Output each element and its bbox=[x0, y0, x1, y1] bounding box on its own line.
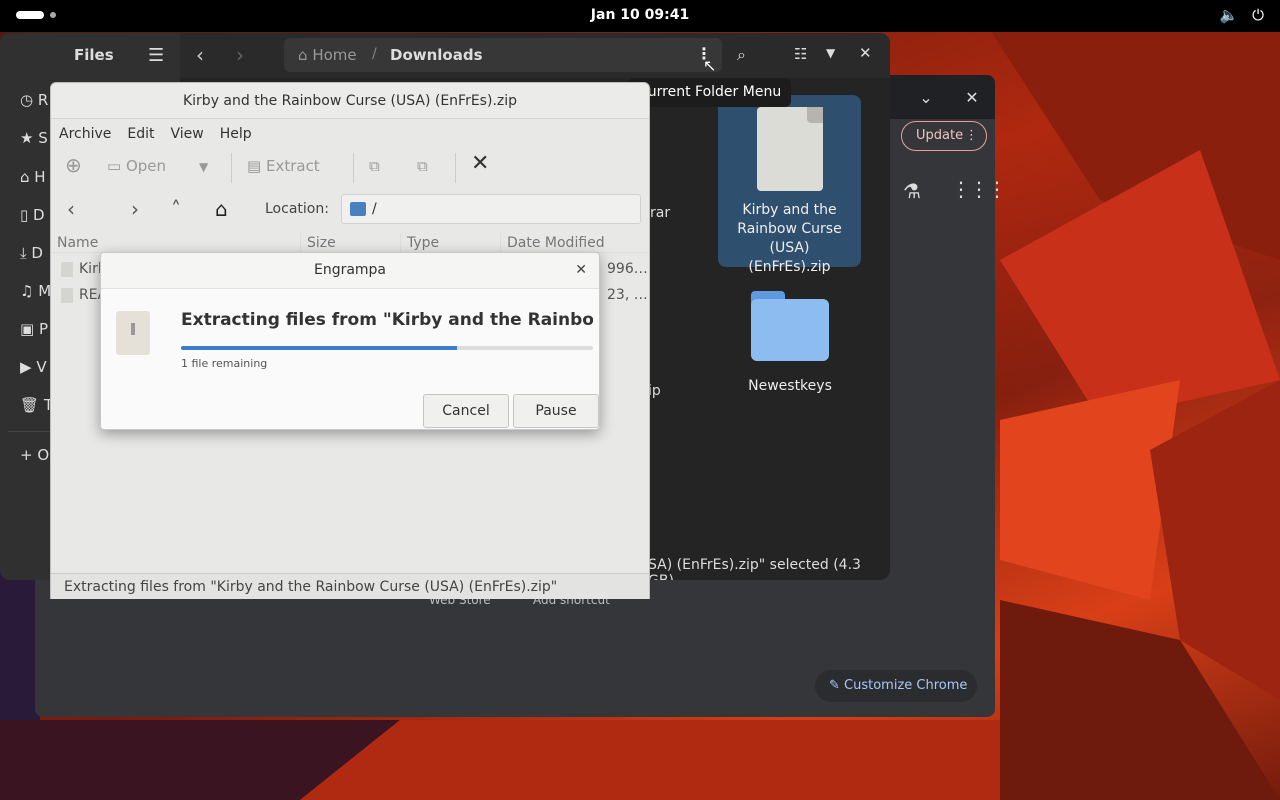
menu-help[interactable]: Help bbox=[220, 121, 252, 147]
home-icon: ⌂ bbox=[298, 46, 308, 64]
path-separator: / bbox=[372, 46, 377, 62]
toolbar: ⊕ ▭ Open ▼ ▤ Extract ⧉ ⧉ ✕ bbox=[51, 147, 649, 189]
column-name[interactable]: Name bbox=[51, 233, 301, 253]
file-icon bbox=[61, 288, 73, 303]
customize-label: Customize Chrome bbox=[844, 678, 968, 693]
zip-archive-icon bbox=[756, 107, 823, 191]
archive-icon bbox=[116, 311, 150, 355]
chevron-down-icon[interactable]: ⌄ bbox=[913, 85, 939, 111]
update-button[interactable]: Update ⋮ bbox=[901, 121, 987, 151]
location-field[interactable]: / bbox=[341, 194, 641, 224]
update-label: Update bbox=[916, 128, 964, 143]
file-date: 996… bbox=[607, 261, 648, 277]
close-icon[interactable]: ✕ bbox=[859, 44, 872, 62]
hamburger-menu-icon[interactable]: ☰ bbox=[148, 45, 164, 66]
progress-fill bbox=[181, 346, 458, 350]
sidebar-item-starred[interactable]: ★ S bbox=[20, 129, 48, 147]
folder-icon bbox=[751, 287, 829, 365]
sidebar-item-trash[interactable]: 🗑 T bbox=[20, 396, 53, 414]
open-button[interactable]: ▭ Open bbox=[107, 157, 166, 175]
file-label: Newestkeys bbox=[748, 378, 832, 394]
path-current[interactable]: Downloads bbox=[390, 46, 483, 64]
sidebar-item-pictures[interactable]: ▣ P bbox=[20, 320, 48, 338]
back-arrow-icon[interactable]: ‹ bbox=[67, 197, 75, 221]
close-icon[interactable]: ✕ bbox=[959, 85, 985, 111]
folder-icon: ▭ bbox=[107, 157, 122, 175]
stop-icon[interactable]: ✕ bbox=[471, 151, 489, 176]
files-title: Files bbox=[74, 46, 114, 64]
forward-arrow-icon[interactable]: › bbox=[131, 197, 139, 221]
file-date: 23, … bbox=[607, 287, 648, 303]
file-icon bbox=[61, 262, 73, 277]
sidebar-item-downloads[interactable]: ⤓ D bbox=[20, 244, 43, 262]
search-icon[interactable]: ⌕ bbox=[737, 45, 746, 65]
sidebar-item-music[interactable]: ♫ M bbox=[20, 282, 51, 300]
apps-grid-icon[interactable]: ⋮⋮⋮ bbox=[951, 177, 1007, 201]
tooltip: Current Folder Menu bbox=[628, 78, 792, 107]
sidebar-item-documents[interactable]: ▯ D bbox=[20, 206, 45, 224]
top-bar: Jan 10 09:41 🔈 ⏻ bbox=[0, 0, 1280, 32]
up-arrow-icon[interactable]: ˄ bbox=[171, 197, 181, 221]
file-tile-kirby-zip[interactable]: Kirby and the Rainbow Curse (USA) (EnFrE… bbox=[718, 95, 861, 275]
chevron-down-icon[interactable]: ▼ bbox=[826, 46, 835, 60]
mouse-cursor-icon: ↖ bbox=[703, 56, 717, 75]
open-dropdown-icon[interactable]: ▼ bbox=[199, 160, 208, 174]
file-name: Kirl bbox=[79, 261, 102, 277]
progress-bar bbox=[181, 346, 593, 350]
column-size[interactable]: Size bbox=[301, 233, 401, 253]
labs-flask-icon[interactable]: ⚗ bbox=[903, 179, 921, 203]
power-icon: ⏻ bbox=[1252, 6, 1264, 24]
list-view-icon[interactable]: ☷ bbox=[794, 45, 807, 63]
column-type[interactable]: Type bbox=[401, 233, 501, 253]
pencil-icon: ✎ bbox=[829, 678, 840, 693]
path-home[interactable]: ⌂ Home bbox=[298, 46, 357, 64]
home-icon[interactable]: ⌂ bbox=[215, 197, 228, 221]
dialog-heading: Extracting files from "Kirby and the Rai… bbox=[181, 310, 593, 330]
window-title[interactable]: Kirby and the Rainbow Curse (USA) (EnFrE… bbox=[51, 83, 649, 119]
menu-edit[interactable]: Edit bbox=[127, 121, 154, 147]
customize-chrome-button[interactable]: ✎ Customize Chrome bbox=[815, 670, 977, 702]
remaining-text: 1 file remaining bbox=[181, 357, 268, 370]
forward-arrow-icon[interactable]: › bbox=[236, 43, 244, 67]
menu-view[interactable]: View bbox=[171, 121, 204, 147]
system-tray[interactable]: 🔈 ⏻ bbox=[1219, 6, 1264, 24]
selection-status: SA) (EnFrEs).zip" selected (4.3 GB) bbox=[648, 557, 861, 580]
speaker-icon: 🔈 bbox=[1219, 6, 1239, 24]
sidebar-item-home[interactable]: ⌂ H bbox=[20, 168, 46, 186]
list-header: Name Size Type Date Modified bbox=[51, 233, 649, 253]
file-label: Kirby and the Rainbow Curse (USA) (EnFrE… bbox=[737, 202, 842, 275]
menu-bar: Archive Edit View Help bbox=[51, 121, 252, 147]
path-bar[interactable]: ⌂ Home / Downloads ⋮ bbox=[284, 38, 722, 72]
status-bar: Extracting files from "Kirby and the Rai… bbox=[51, 573, 649, 599]
new-archive-icon[interactable]: ⊕ bbox=[65, 153, 82, 177]
add-files-icon[interactable]: ⧉ bbox=[369, 157, 380, 175]
menu-archive[interactable]: Archive bbox=[59, 121, 111, 147]
column-date-modified[interactable]: Date Modified bbox=[501, 233, 649, 253]
add-folder-icon[interactable]: ⧉ bbox=[417, 157, 428, 175]
sidebar-item-other-locations[interactable]: + O bbox=[20, 446, 49, 464]
extract-button[interactable]: ▤ Extract bbox=[247, 157, 320, 175]
kebab-menu-icon[interactable]: ⋮ bbox=[965, 122, 978, 150]
file-tile-newestkeys[interactable]: Newestkeys bbox=[730, 283, 850, 396]
close-icon[interactable]: ✕ bbox=[575, 262, 587, 278]
pause-button[interactable]: Pause bbox=[513, 394, 599, 428]
back-arrow-icon[interactable]: ‹ bbox=[196, 43, 204, 67]
folder-icon bbox=[350, 202, 366, 216]
sidebar-item-recent[interactable]: ◷ R bbox=[20, 91, 48, 109]
extract-progress-dialog: Engrampa ✕ Extracting files from "Kirby … bbox=[100, 252, 600, 430]
location-value: / bbox=[372, 201, 377, 217]
location-label: Location: bbox=[265, 201, 329, 217]
sidebar-item-videos[interactable]: ▶ V bbox=[20, 358, 47, 376]
navigation-bar: ‹ › ˄ ⌂ Location: / bbox=[51, 191, 649, 227]
file-label-partial: rar bbox=[650, 205, 671, 221]
extract-icon: ▤ bbox=[247, 157, 262, 175]
clock[interactable]: Jan 10 09:41 bbox=[0, 7, 1280, 23]
dialog-title[interactable]: Engrampa bbox=[101, 253, 599, 289]
cancel-button[interactable]: Cancel bbox=[423, 394, 509, 428]
